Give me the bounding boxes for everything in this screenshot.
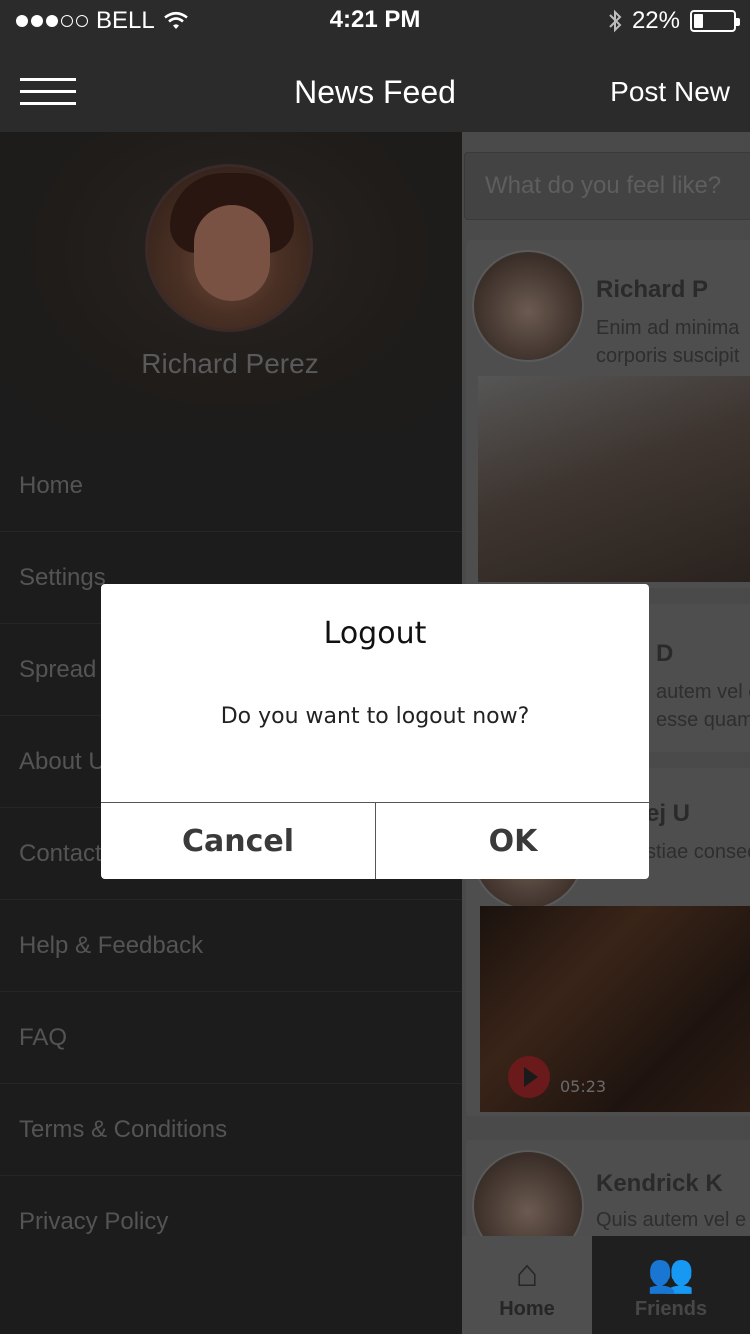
bluetooth-icon — [609, 9, 622, 33]
menu-item-help-feedback[interactable]: Help & Feedback — [0, 900, 462, 992]
post-video[interactable]: 05:23 — [480, 906, 750, 1112]
menu-item-privacy-policy[interactable]: Privacy Policy — [0, 1176, 462, 1268]
dialog-title: Logout — [323, 616, 427, 651]
status-bar: BELL 4:21 PM 22% — [0, 0, 750, 42]
post-photo[interactable] — [478, 376, 750, 582]
play-icon[interactable] — [508, 1056, 550, 1098]
tab-friends[interactable]: 👥 Friends — [592, 1236, 750, 1334]
post-avatar[interactable] — [472, 250, 584, 362]
post-text: corporis suscipit — [596, 345, 740, 367]
menu-item-terms[interactable]: Terms & Conditions — [0, 1084, 462, 1176]
tab-home-label: Home — [499, 1298, 555, 1320]
post-new-button[interactable]: Post New — [610, 76, 730, 108]
battery-percent: 22% — [631, 7, 680, 34]
status-right: 22% — [608, 7, 740, 34]
profile-header: Richard Perez — [0, 132, 462, 432]
home-icon: ⌂ — [515, 1253, 539, 1295]
dialog-message: Do you want to logout now? — [220, 704, 530, 729]
post-author: ej U — [646, 800, 691, 827]
menu-item-faq[interactable]: FAQ — [0, 992, 462, 1084]
post-text: stiae consec — [646, 841, 750, 863]
menu-item-home[interactable]: Home — [0, 440, 462, 532]
post-text: esse quam n — [656, 709, 750, 731]
video-duration: 05:23 — [560, 1077, 607, 1096]
post-input[interactable]: What do you feel like? — [464, 152, 750, 220]
logout-dialog: Logout Do you want to logout now? Cancel… — [101, 584, 649, 879]
tab-home[interactable]: ⌂ Home — [462, 1236, 592, 1334]
tab-friends-label: Friends — [634, 1298, 708, 1320]
cancel-button[interactable]: Cancel — [101, 803, 375, 879]
ok-button[interactable]: OK — [376, 803, 649, 879]
navigation-bar: News Feed Post New — [0, 42, 750, 132]
friends-icon: 👥 — [647, 1253, 695, 1295]
post-author: D — [656, 640, 674, 667]
post-text: Quis autem vel e — [596, 1209, 747, 1231]
tab-bar: ⌂ Home 👥 Friends — [462, 1236, 750, 1334]
profile-avatar[interactable] — [145, 164, 313, 332]
feed-post[interactable]: Richard P Enim ad minima corporis suscip… — [466, 240, 750, 588]
post-author: Richard P — [596, 276, 709, 303]
profile-name: Richard Perez — [141, 348, 319, 379]
post-text: Enim ad minima — [596, 317, 740, 339]
battery-icon — [690, 10, 740, 32]
post-text: autem vel e — [656, 681, 750, 703]
post-author: Kendrick K — [596, 1170, 723, 1197]
